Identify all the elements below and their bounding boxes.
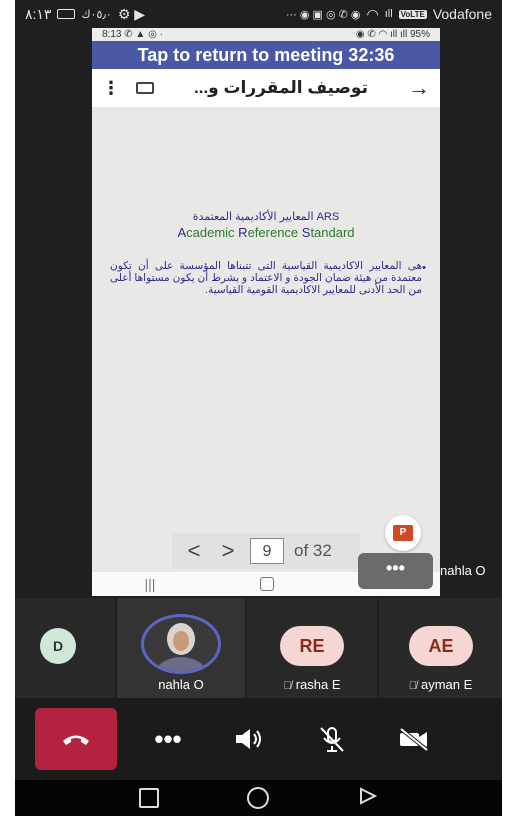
shared-status-bar: 8:13 ✆ ▲ ◎ · ◉ ✆ ◠ ıll ıll 95% <box>92 28 440 41</box>
status-bar: ٨:١٣ ٠٥٫٠ك ⚙ ▶ ··· ◉ ▣ ◎ ✆ ◉ ◠ ıll VoLTE… <box>15 0 502 28</box>
participant-name-text: ayman E <box>420 677 473 692</box>
previous-slide-button[interactable]: < <box>182 538 206 564</box>
back-button[interactable] <box>358 786 378 811</box>
presenter-more-button[interactable]: ••• <box>358 553 433 589</box>
avatar: RE <box>280 626 344 666</box>
volte-badge: VoLTE <box>398 9 427 19</box>
slide-title-arabic: المعايير الأكاديمية المعتمدة ARS <box>192 211 340 223</box>
mic-off-icon: 🎙̸ <box>283 680 292 692</box>
signal-icon: ıll <box>384 8 393 20</box>
powerpoint-icon[interactable]: P <box>385 515 421 551</box>
avatar: D <box>40 628 76 664</box>
next-slide-button[interactable]: > <box>216 538 240 564</box>
shared-status-time: 8:13 <box>102 29 122 40</box>
document-title: توصيف المقررات و... <box>194 78 368 97</box>
page-total: of 32 <box>294 541 332 560</box>
title-word-cademic: cademic <box>186 225 239 240</box>
title-word-eference: eference <box>247 225 302 240</box>
more-options-button[interactable]: ••• <box>127 708 209 770</box>
participant-tile-rasha[interactable]: RE 🎙̸ rasha E <box>247 598 377 698</box>
app-bar: ⋮ توصيف المقررات و... → <box>92 69 440 107</box>
status-time: ٨:١٣ <box>25 5 52 22</box>
recents-icon: ||| <box>144 576 156 592</box>
wifi-icon: ◠ <box>366 5 379 22</box>
participant-name: 🎙̸ ayman E <box>379 677 502 692</box>
return-to-meeting-banner[interactable]: Tap to return to meeting 32:36 <box>92 41 440 69</box>
participant-tile-nahla[interactable]: nahla O <box>117 598 245 698</box>
carrier-name: Vodafone <box>432 6 492 22</box>
cast-icon[interactable] <box>136 82 154 94</box>
slide-bullet-text: هى المعايير الاكاديمية القياسية التى تتب… <box>110 260 422 296</box>
home-icon <box>260 577 275 591</box>
profile-photo-icon <box>144 617 218 671</box>
page-number-input[interactable]: 9 <box>250 538 284 564</box>
notification-icons: ⚙ ▶ <box>117 5 146 22</box>
shared-signal-icons: ◉ ✆ ◠ ıll ıll <box>355 29 408 40</box>
bullet-dot: • <box>422 262 426 274</box>
call-controls: ••• <box>15 698 502 780</box>
slide-canvas[interactable] <box>92 107 440 587</box>
shared-status-icons: ✆ ▲ ◎ · <box>124 29 163 40</box>
participant-name-text: rasha E <box>295 677 341 692</box>
back-arrow-icon[interactable]: → <box>408 75 430 101</box>
title-word-tandard: tandard <box>310 225 355 240</box>
title-letter-r: R <box>238 225 248 240</box>
participant-name: 🎙̸ rasha E <box>247 677 377 692</box>
hang-up-button[interactable] <box>35 708 117 770</box>
camera-button[interactable] <box>373 708 455 770</box>
teams-call-screen: ٨:١٣ ٠٥٫٠ك ⚙ ▶ ··· ◉ ▣ ◎ ✆ ◉ ◠ ıll VoLTE… <box>15 0 502 816</box>
system-icons: ··· ◉ ▣ ◎ ✆ ◉ <box>285 8 361 21</box>
overflow-menu-icon[interactable]: ⋮ <box>102 78 120 99</box>
shared-battery: 95% <box>409 29 430 40</box>
participant-name: nahla O <box>158 677 204 692</box>
back-triangle-icon <box>359 786 378 805</box>
title-letter-a: A <box>177 225 187 240</box>
speaker-icon <box>236 729 261 749</box>
mute-button[interactable] <box>291 708 373 770</box>
presenter-name: nahla O <box>440 563 486 578</box>
avatar <box>141 614 221 674</box>
participant-tile-ayman[interactable]: AE 🎙̸ ayman E <box>379 598 502 698</box>
mic-off-icon <box>320 727 344 752</box>
network-speed: ٠٥٫٠ك <box>81 8 112 21</box>
camera-off-icon <box>399 727 429 752</box>
recents-button[interactable] <box>139 788 160 808</box>
participant-tile-d[interactable]: D <box>15 598 115 698</box>
device-nav-bar <box>15 780 502 816</box>
shared-screen[interactable]: 8:13 ✆ ▲ ◎ · ◉ ✆ ◠ ıll ıll 95% Tap to re… <box>92 28 440 596</box>
phone-hangup-icon <box>63 735 89 745</box>
home-button[interactable] <box>247 787 270 809</box>
mic-off-icon: 🎙̸ <box>408 680 417 692</box>
slide-title-english: Academic Reference Standard <box>92 225 440 240</box>
speaker-button[interactable] <box>209 708 291 770</box>
slide-pager: < > 9 of 32 <box>172 533 360 569</box>
avatar: AE <box>409 626 473 666</box>
participant-tiles: D nahla O RE 🎙̸ rasha E AE 🎙̸ ayman E <box>15 598 502 698</box>
battery-icon <box>57 9 76 19</box>
